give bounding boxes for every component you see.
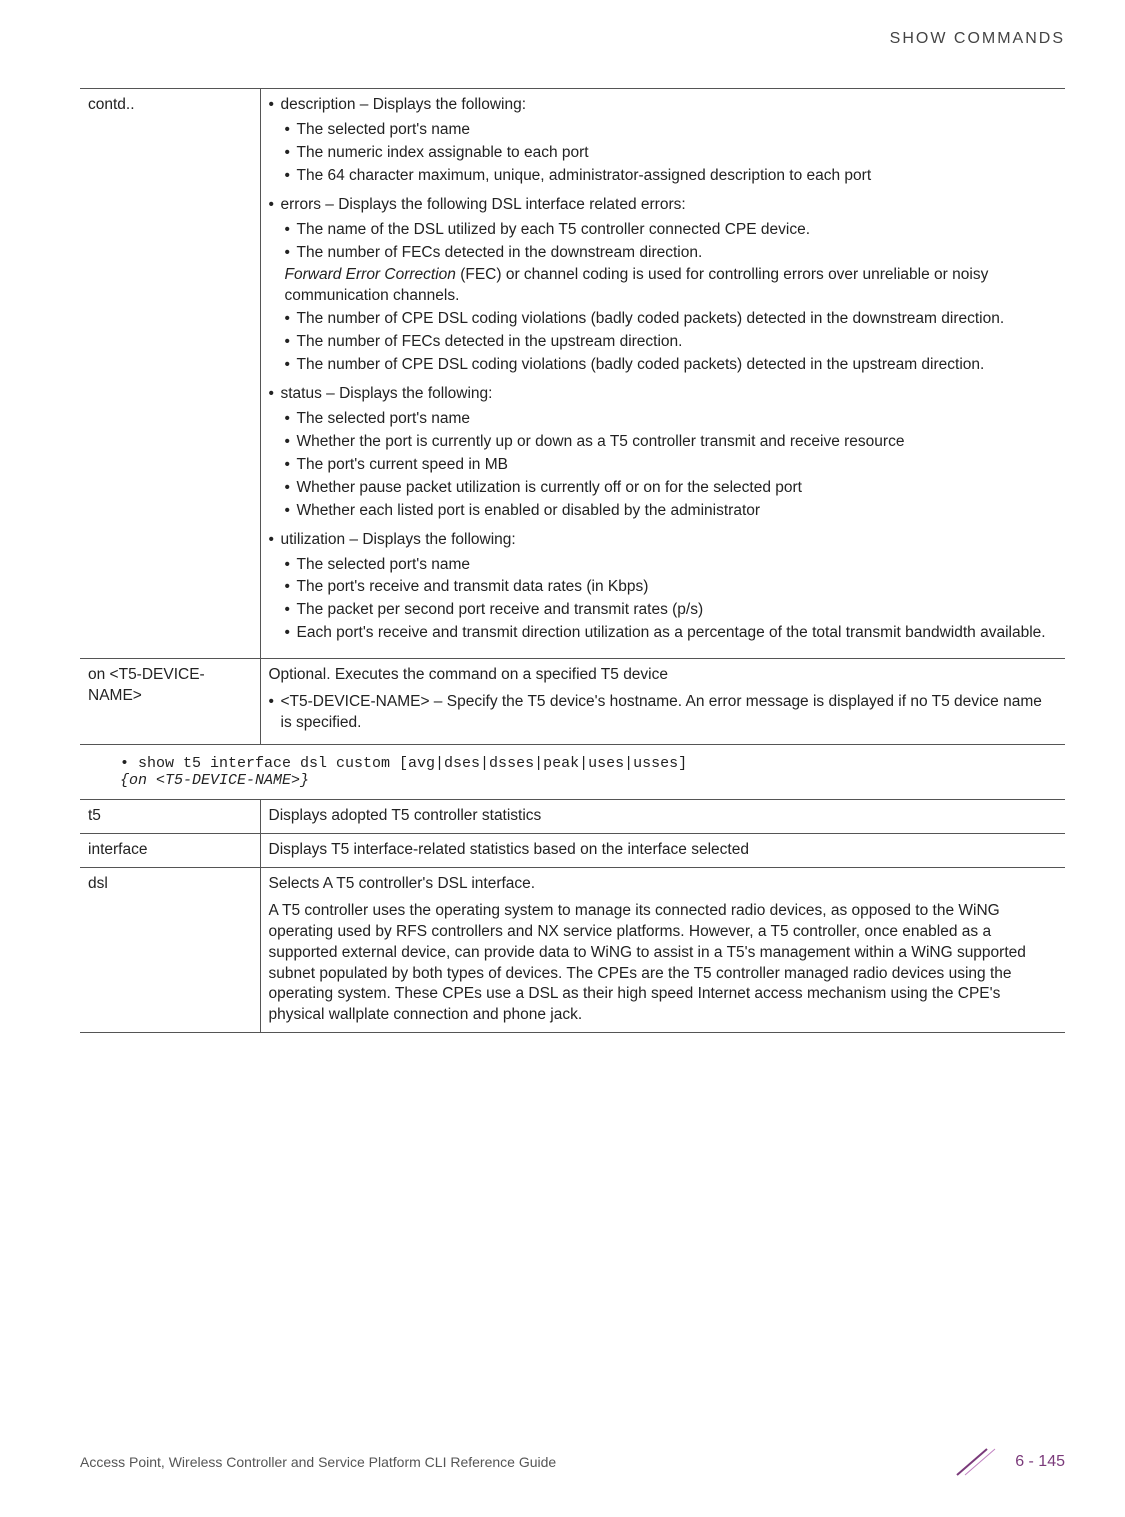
code-example: • show t5 interface dsl custom [avg|dses… [80,755,1065,789]
bullet-sub-item: Each port's receive and transmit directi… [269,623,1058,644]
bullet-item: errors – Displays the following DSL inte… [269,195,1058,216]
note-text: Forward Error Correction (FEC) or channe… [269,265,1058,307]
bullet-item: description – Displays the following: [269,95,1058,116]
bullet-sub-item: The numeric index assignable to each por… [269,143,1058,164]
page-slash-icon [947,1447,1007,1477]
bullet-sub-item: The selected port's name [269,555,1058,576]
footer-left-text: Access Point, Wireless Controller and Se… [80,1454,556,1470]
desc-cell: description – Displays the following: Th… [260,89,1065,659]
code-line-1: • show t5 interface dsl custom [avg|dses… [120,755,687,772]
page-number: 6 - 145 [1015,1453,1065,1471]
bullet-item: status – Displays the following: [269,384,1058,405]
bullet-sub-item: Whether the port is currently up or down… [269,432,1058,453]
param-cell: contd.. [80,89,260,659]
desc-para-2: A T5 controller uses the operating syste… [269,901,1058,1027]
desc-cell: Selects A T5 controller's DSL interface.… [260,867,1065,1032]
plain-text: Optional. Executes the command on a spec… [269,665,1058,686]
bullet-item: <T5-DEVICE-NAME> – Specify the T5 device… [269,692,1058,734]
page-header-section: SHOW COMMANDS [80,30,1065,48]
bullet-sub-item: The port's current speed in MB [269,455,1058,476]
page-footer: Access Point, Wireless Controller and Se… [80,1447,1065,1477]
bullet-sub-item: The name of the DSL utilized by each T5 … [269,220,1058,241]
bullet-text: <T5-DEVICE-NAME> – Specify the T5 device… [281,693,1042,731]
param-cell: interface [80,833,260,867]
param-cell: on <T5-DEVICE-NAME> [80,659,260,745]
desc-para-1: Selects A T5 controller's DSL interface. [269,874,1058,895]
note-em: Forward Error Correction [285,266,456,283]
bullet-sub-item: The number of CPE DSL coding violations … [269,355,1058,376]
bullet-sub-item: Whether pause packet utilization is curr… [269,478,1058,499]
bullet-sub-item: The 64 character maximum, unique, admini… [269,166,1058,187]
param-table-2: t5 Displays adopted T5 controller statis… [80,799,1065,1033]
bullet-sub-item: The packet per second port receive and t… [269,600,1058,621]
table-row: dsl Selects A T5 controller's DSL interf… [80,867,1065,1032]
desc-cell: Displays adopted T5 controller statistic… [260,799,1065,833]
bullet-sub-item: The number of FECs detected in the downs… [269,243,1058,264]
param-table-1: contd.. description – Displays the follo… [80,88,1065,745]
param-cell: dsl [80,867,260,1032]
bullet-sub-item: The port's receive and transmit data rat… [269,577,1058,598]
param-cell: t5 [80,799,260,833]
bullet-sub-item: The selected port's name [269,120,1058,141]
desc-cell: Displays T5 interface-related statistics… [260,833,1065,867]
table-row: contd.. description – Displays the follo… [80,89,1065,659]
bullet-sub-item: Whether each listed port is enabled or d… [269,501,1058,522]
bullet-sub-item: The number of CPE DSL coding violations … [269,309,1058,330]
bullet-sub-item: The number of FECs detected in the upstr… [269,332,1058,353]
table-row: on <T5-DEVICE-NAME> Optional. Executes t… [80,659,1065,745]
table-row: t5 Displays adopted T5 controller statis… [80,799,1065,833]
table-row: interface Displays T5 interface-related … [80,833,1065,867]
code-line-2: {on <T5-DEVICE-NAME>} [120,772,309,789]
desc-cell: Optional. Executes the command on a spec… [260,659,1065,745]
footer-page-decoration: 6 - 145 [947,1447,1065,1477]
bullet-sub-item: The selected port's name [269,409,1058,430]
bullet-item: utilization – Displays the following: [269,530,1058,551]
